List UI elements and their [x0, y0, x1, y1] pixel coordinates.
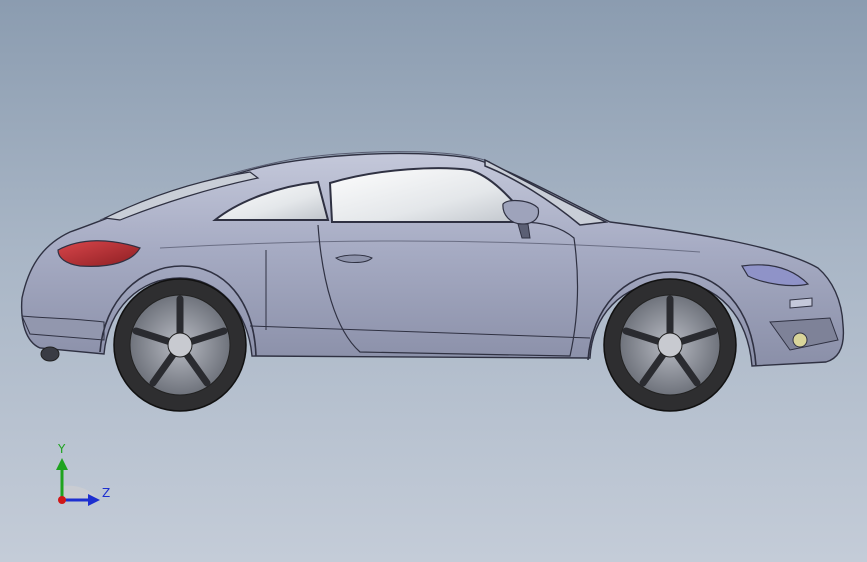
triad-x-axis-dot: [58, 496, 66, 504]
fog-light: [792, 332, 808, 348]
front-marker: [789, 297, 813, 309]
exhaust-pipe: [40, 346, 60, 362]
triad-z-label: Z: [102, 486, 111, 500]
rear-wheel: [113, 278, 247, 412]
car-model[interactable]: [0, 0, 867, 562]
view-triad[interactable]: [56, 458, 100, 506]
graphics-viewport[interactable]: Y Z: [0, 0, 867, 562]
triad-y-label: Y: [58, 442, 66, 456]
triad-y-arrow-icon: [56, 458, 68, 470]
front-wheel: [603, 278, 737, 412]
